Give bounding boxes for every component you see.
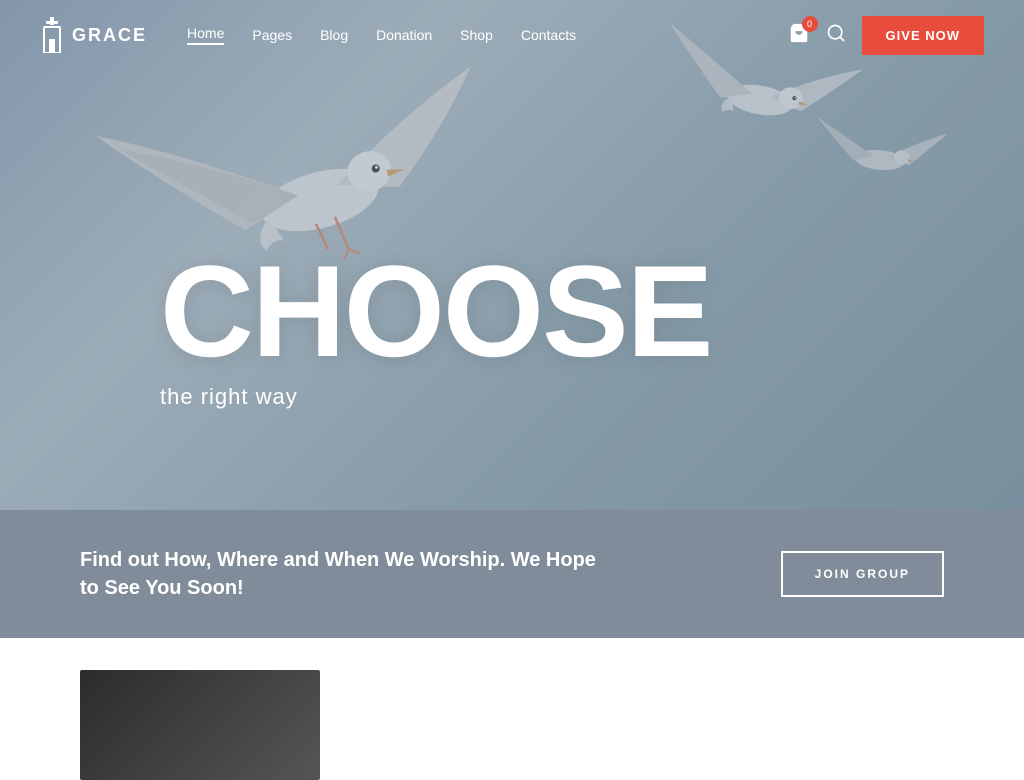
search-button[interactable] [826,23,846,48]
cart-count: 0 [802,16,818,32]
hero-title: CHOOSE [160,246,711,376]
hero-section: CHOOSE the right way [0,0,1024,510]
bottom-section [0,638,1024,778]
nav-shop[interactable]: Shop [460,27,493,43]
give-now-button[interactable]: GIVE NOW [862,16,984,55]
cart-button[interactable]: 0 [788,22,810,49]
nav-blog[interactable]: Blog [320,27,348,43]
site-header: GRACE Home Pages Blog Donation Shop Cont… [0,0,1024,70]
nav-home[interactable]: Home [187,25,224,45]
nav-contacts[interactable]: Contacts [521,27,576,43]
nav-pages[interactable]: Pages [252,27,292,43]
featured-thumbnail [80,670,320,780]
join-group-button[interactable]: JOIN GROUP [781,551,944,597]
logo[interactable]: GRACE [40,17,147,53]
cta-banner: Find out How, Where and When We Worship.… [0,510,1024,638]
brand-name: GRACE [72,25,147,46]
cta-text: Find out How, Where and When We Worship.… [80,546,620,602]
search-icon [826,23,846,43]
main-nav: Home Pages Blog Donation Shop Contacts [187,25,788,45]
hero-content: CHOOSE the right way [160,246,711,410]
church-icon [40,17,64,53]
header-actions: 0 GIVE NOW [788,16,984,55]
hero-subtitle: the right way [160,384,711,410]
nav-donation[interactable]: Donation [376,27,432,43]
